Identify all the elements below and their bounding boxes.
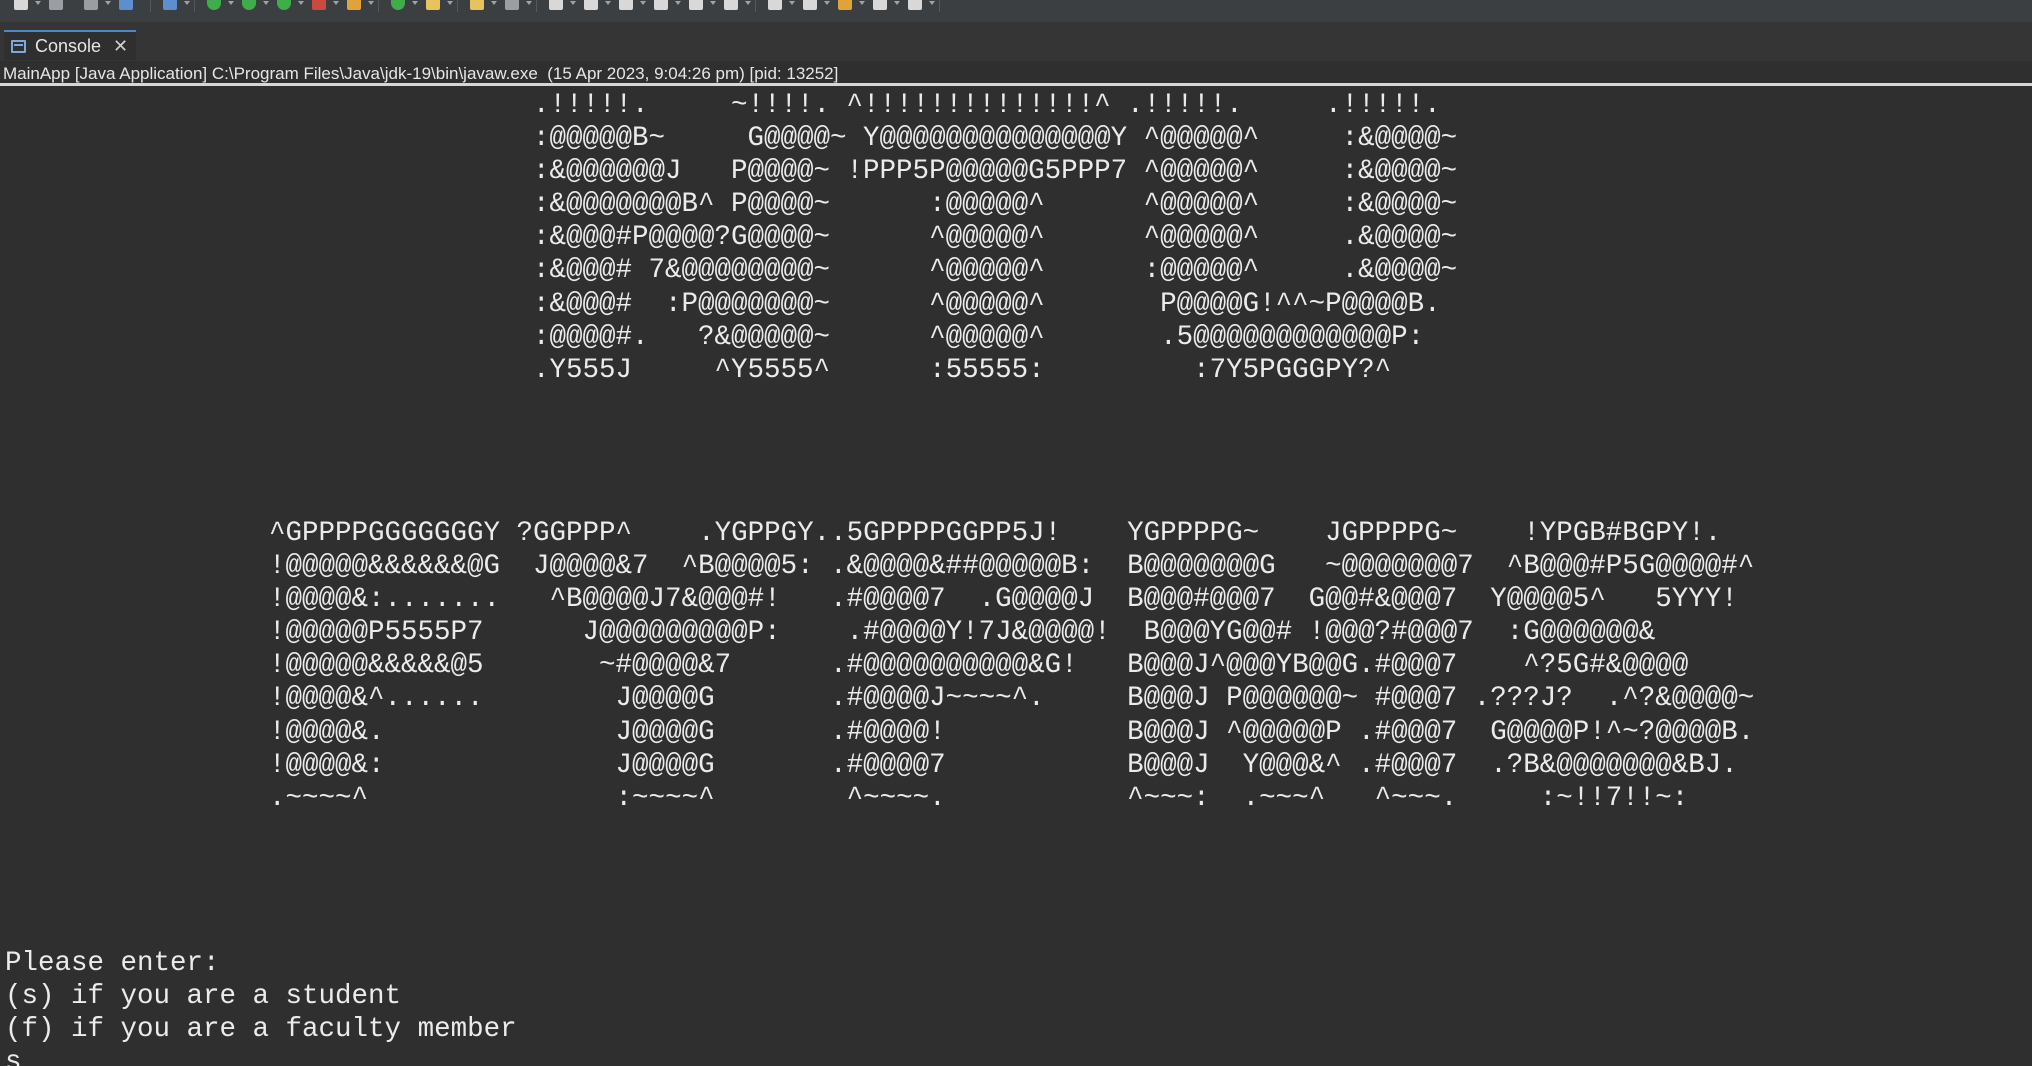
coverage-button[interactable]: [273, 0, 304, 13]
external-tools-button[interactable]: [308, 0, 339, 13]
open-folder-button[interactable]: [422, 0, 453, 13]
document-button[interactable]: [615, 0, 646, 13]
terminal-icon: [119, 0, 133, 10]
forward-icon: [803, 0, 817, 10]
debug-button[interactable]: [203, 0, 234, 13]
console-icon: [11, 39, 26, 53]
build-button[interactable]: [343, 0, 374, 13]
pencil-icon: [470, 0, 484, 10]
toolbar-separator: [755, 0, 756, 12]
new-file-icon: [14, 0, 28, 10]
close-icon[interactable]: ✕: [113, 37, 128, 55]
dropdown-arrow-icon[interactable]: [263, 1, 269, 5]
vertical-scrollbar[interactable]: [2022, 89, 2032, 1066]
dropdown-arrow-icon[interactable]: [298, 1, 304, 5]
document-icon: [619, 0, 633, 10]
tab-console-label: Console: [35, 36, 102, 56]
toolbar-separator: [939, 0, 940, 12]
dropdown-arrow-icon[interactable]: [368, 1, 374, 5]
new-file-button[interactable]: [10, 0, 41, 13]
toolbar-separator: [378, 0, 379, 12]
dropdown-arrow-icon[interactable]: [447, 1, 453, 5]
run-button[interactable]: [238, 0, 269, 13]
refresh-button[interactable]: [387, 0, 418, 13]
dropdown-arrow-icon[interactable]: [570, 1, 576, 5]
debug-icon: [207, 0, 221, 10]
dropdown-arrow-icon[interactable]: [105, 1, 111, 5]
dropdown-arrow-icon[interactable]: [675, 1, 681, 5]
step-button[interactable]: [720, 0, 751, 13]
view-tab-bar: Console ✕: [0, 22, 2032, 61]
console-output[interactable]: .!!!!!. ~!!!!. ^!!!!!!!!!!!!!!^ .!!!!!. …: [0, 89, 2032, 1066]
dropdown-arrow-icon[interactable]: [710, 1, 716, 5]
user-input-line[interactable]: s: [5, 1046, 517, 1066]
refresh-icon: [391, 0, 405, 10]
save-all-icon: [84, 0, 98, 10]
terminal-button[interactable]: [115, 0, 137, 13]
dropdown-arrow-icon[interactable]: [640, 1, 646, 5]
copy-icon: [584, 0, 598, 10]
build-icon: [347, 0, 361, 10]
back-icon: [768, 0, 782, 10]
back-button[interactable]: [764, 0, 795, 13]
paragraph-icon: [654, 0, 668, 10]
step-icon: [724, 0, 738, 10]
save-icon: [49, 0, 63, 10]
search-icon: [163, 0, 177, 10]
prompt-line: Please enter:: [5, 948, 220, 979]
ascii-banner-top: .!!!!!. ~!!!!. ^!!!!!!!!!!!!!!^ .!!!!!. …: [533, 90, 1458, 386]
dropdown-arrow-icon[interactable]: [333, 1, 339, 5]
pin-icon: [505, 0, 519, 10]
external-tools-icon: [312, 0, 326, 10]
coverage-icon: [277, 0, 291, 10]
last-edit-button[interactable]: [834, 0, 865, 13]
task-icon: [908, 0, 922, 10]
dropdown-arrow-icon[interactable]: [228, 1, 234, 5]
next-edit-icon: [873, 0, 887, 10]
toolbar-separator: [194, 0, 195, 12]
dropdown-arrow-icon[interactable]: [605, 1, 611, 5]
open-folder-icon: [426, 0, 440, 10]
run-icon: [242, 0, 256, 10]
toolbar-separator: [457, 0, 458, 12]
last-edit-icon: [838, 0, 852, 10]
pin-button[interactable]: [501, 0, 532, 13]
console-prompt: Please enter: (s) if you are a student (f)…: [5, 947, 517, 1066]
dropdown-arrow-icon[interactable]: [412, 1, 418, 5]
search-button[interactable]: [159, 0, 190, 13]
dropdown-arrow-icon[interactable]: [745, 1, 751, 5]
task-button[interactable]: [904, 0, 935, 13]
eclipse-console-window: Console ✕ MainApp [Java Application] C:\…: [0, 0, 2032, 1066]
paragraph-button[interactable]: [650, 0, 681, 13]
brush-icon: [549, 0, 563, 10]
pencil-button[interactable]: [466, 0, 497, 13]
toolbar-separator: [536, 0, 537, 12]
dropdown-arrow-icon[interactable]: [491, 1, 497, 5]
next-edit-button[interactable]: [869, 0, 900, 13]
toolbar-separator: [150, 0, 151, 12]
annotation-icon: [689, 0, 703, 10]
dropdown-arrow-icon[interactable]: [789, 1, 795, 5]
launch-description: MainApp [Java Application] C:\Program Fi…: [0, 61, 2032, 86]
dropdown-arrow-icon[interactable]: [526, 1, 532, 5]
main-toolbar: [0, 0, 2032, 22]
save-button[interactable]: [45, 0, 67, 13]
dropdown-arrow-icon[interactable]: [824, 1, 830, 5]
dropdown-arrow-icon[interactable]: [894, 1, 900, 5]
dropdown-arrow-icon[interactable]: [929, 1, 935, 5]
dropdown-arrow-icon[interactable]: [35, 1, 41, 5]
ascii-banner-bottom: ^GPPPPGGGGGGGY ?GGPPP^ .YGPPGY..5GPPPPGG…: [269, 518, 1755, 814]
copy-button[interactable]: [580, 0, 611, 13]
brush-button[interactable]: [545, 0, 576, 13]
forward-button[interactable]: [799, 0, 830, 13]
prompt-option-faculty: (f) if you are a faculty member: [5, 1014, 517, 1046]
dropdown-arrow-icon[interactable]: [859, 1, 865, 5]
save-all-button[interactable]: [80, 0, 111, 13]
dropdown-arrow-icon[interactable]: [184, 1, 190, 5]
tab-console[interactable]: Console ✕: [4, 30, 136, 60]
annotation-button[interactable]: [685, 0, 716, 13]
prompt-option-student: (s) if you are a student: [5, 981, 402, 1013]
